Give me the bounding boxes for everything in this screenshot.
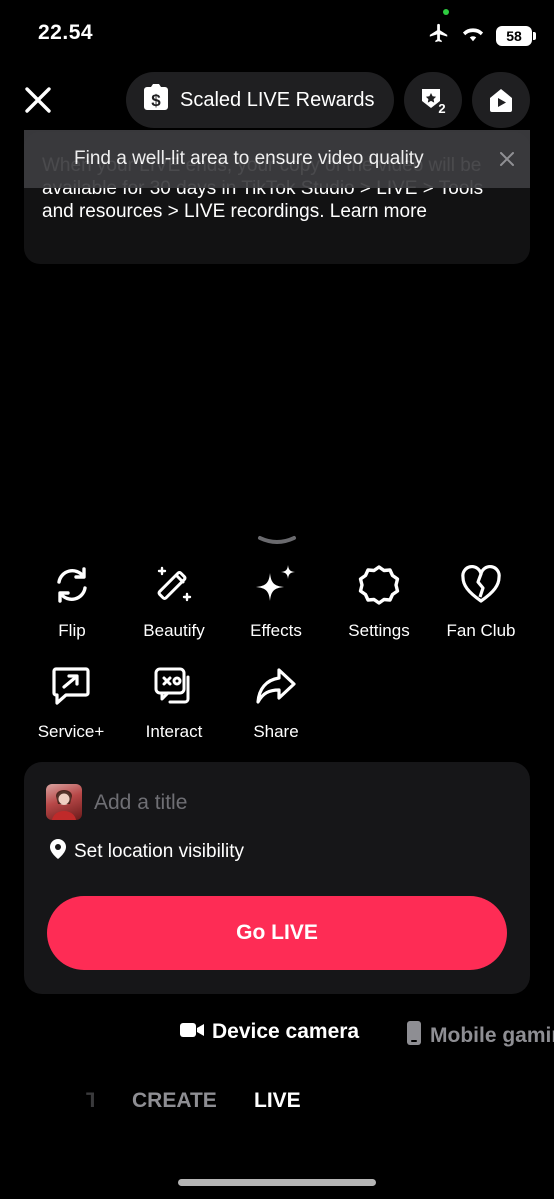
- fan-club-label: Fan Club: [446, 621, 516, 640]
- phone-icon: [406, 1020, 422, 1051]
- battery-indicator: 58: [496, 25, 536, 46]
- title-input[interactable]: [94, 788, 494, 818]
- flip-icon: [50, 563, 94, 607]
- flip-button[interactable]: Flip: [22, 563, 122, 641]
- close-button[interactable]: [20, 82, 56, 118]
- status-icons: 58: [428, 22, 536, 49]
- mode-tab-partial: T: [86, 1089, 94, 1112]
- go-live-button[interactable]: Go LIVE: [47, 896, 507, 970]
- airplane-icon: [428, 22, 450, 49]
- status-time: 22.54: [38, 21, 94, 44]
- rewards-label: Scaled LIVE Rewards: [180, 88, 375, 111]
- beautify-label: Beautify: [143, 621, 205, 640]
- share-arrow-icon: [254, 664, 298, 708]
- scaled-live-rewards-button[interactable]: $ Scaled LIVE Rewards: [126, 72, 394, 128]
- flip-label: Flip: [58, 621, 86, 640]
- toast-text: Find a well-lit area to ensure video qua…: [74, 148, 424, 169]
- source-label: Device camera: [212, 1020, 360, 1043]
- tools-drawer-handle[interactable]: [257, 534, 297, 548]
- source-device-camera[interactable]: Device camera: [180, 1020, 359, 1044]
- service-plus-label: Service+: [37, 722, 105, 741]
- star-badge-icon: 2: [422, 89, 446, 115]
- learn-more-link[interactable]: Learn more: [330, 201, 427, 222]
- effects-label: Effects: [250, 621, 302, 640]
- effects-button[interactable]: Effects: [226, 563, 326, 641]
- go-live-screen: 22.54 58 $ Scaled LIVE Rewards 2 When yo…: [0, 0, 554, 1199]
- video-camera-icon: [180, 1021, 204, 1044]
- beautify-button[interactable]: Beautify: [124, 563, 224, 641]
- service-plus-icon: [49, 664, 93, 708]
- badge-count: 2: [438, 101, 445, 115]
- mode-tab-create[interactable]: CREATE: [132, 1089, 217, 1113]
- game-chat-icon: [152, 664, 196, 708]
- location-pin-icon: [48, 838, 68, 865]
- location-visibility-button[interactable]: Set location visibility: [48, 838, 244, 865]
- service-plus-button[interactable]: Service+: [21, 664, 121, 742]
- fan-club-button[interactable]: Fan Club: [431, 563, 531, 641]
- live-home-icon: [490, 89, 512, 112]
- source-mobile-gaming[interactable]: Mobile gaming: [406, 1020, 554, 1051]
- chevron-down-icon: [258, 536, 296, 544]
- heart-icon: [459, 563, 503, 607]
- svg-text:$: $: [151, 91, 161, 110]
- sparkles-icon: [254, 563, 298, 607]
- wifi-icon: [462, 24, 484, 47]
- magic-wand-icon: [152, 563, 196, 607]
- share-label: Share: [253, 722, 299, 741]
- interact-label: Interact: [145, 722, 203, 741]
- dollar-badge-icon: $: [142, 83, 170, 118]
- close-icon: [500, 152, 514, 166]
- ranking-badge-button[interactable]: 2: [404, 72, 462, 128]
- lighting-tip-toast: Find a well-lit area to ensure video qua…: [24, 130, 530, 188]
- settings-label: Settings: [348, 621, 410, 640]
- mode-tab-live[interactable]: LIVE: [254, 1089, 301, 1113]
- close-icon: [25, 87, 51, 113]
- live-setup-card: Set location visibility Go LIVE: [24, 762, 530, 994]
- gear-icon: [357, 563, 401, 607]
- share-button[interactable]: Share: [226, 664, 326, 742]
- interact-button[interactable]: Interact: [124, 664, 224, 742]
- avatar[interactable]: [46, 784, 82, 820]
- source-label: Mobile gaming: [430, 1023, 554, 1047]
- settings-button[interactable]: Settings: [329, 563, 429, 641]
- home-indicator: [178, 1179, 376, 1186]
- live-home-button[interactable]: [472, 72, 530, 128]
- privacy-indicator-dot: [443, 9, 449, 15]
- location-label: Set location visibility: [74, 840, 245, 862]
- toast-close-button[interactable]: [496, 148, 518, 170]
